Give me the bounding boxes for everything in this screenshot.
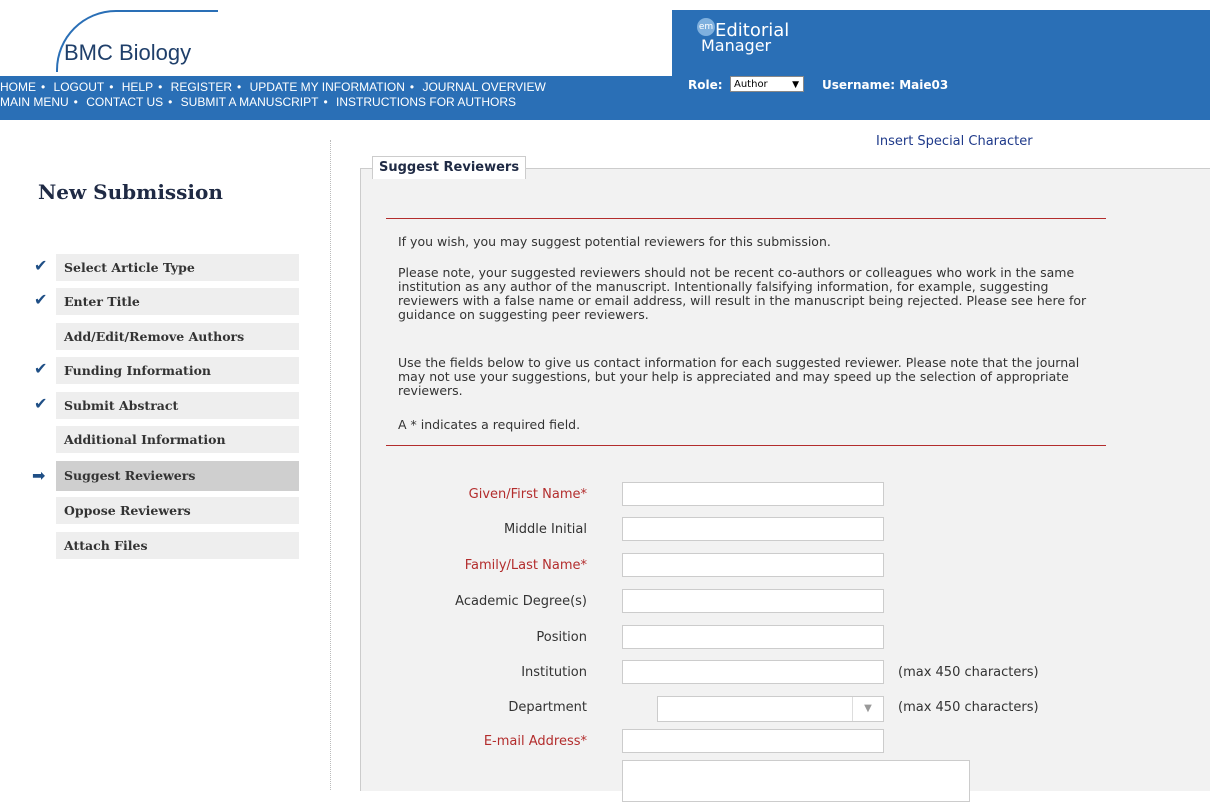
role-label: Role: [688,78,723,92]
em-manager-text: Manager [701,36,772,55]
department-hint: (max 450 characters) [898,700,1039,715]
nav-update-info-link[interactable]: UPDATE MY INFORMATION [250,80,405,94]
nav-instructions-link[interactable]: INSTRUCTIONS FOR AUTHORS [336,95,516,109]
email-label: E-mail Address* [483,734,587,749]
academic-degree-label: Academic Degree(s) [455,594,587,609]
step-additional-information[interactable]: Additional Information [56,426,299,453]
step-funding-information[interactable]: Funding Information [56,357,299,384]
nav-main-menu-link[interactable]: MAIN MENU [0,95,69,109]
email-input[interactable] [622,729,884,753]
additional-textarea[interactable] [622,760,970,802]
check-icon: ✔ [34,359,48,378]
nav-home-link[interactable]: HOME [0,80,36,94]
check-icon: ✔ [34,394,48,413]
reviewer-policy-text: Please note, your suggested reviewers sh… [398,265,1087,322]
department-select[interactable]: ▼ [657,696,884,722]
nav-row-1: HOME • LOGOUT • HELP • REGISTER • UPDATE MY … [0,80,546,94]
nav-contact-us-link[interactable]: CONTACT US [86,95,163,109]
em-badge-icon: em [697,18,715,36]
step-attach-files[interactable]: Attach Files [56,532,299,559]
check-icon: ✔ [34,290,48,309]
check-icon: ✔ [34,256,48,275]
step-oppose-reviewers[interactable]: Oppose Reviewers [56,497,299,524]
institution-input[interactable] [622,660,884,684]
middle-initial-input[interactable] [622,517,884,541]
arrow-right-icon: ➡ [32,466,46,485]
required-field-note: A * indicates a required field. [398,417,581,432]
dropdown-arrow-icon: ▼ [852,697,883,721]
step-add-edit-remove-authors[interactable]: Add/Edit/Remove Authors [56,323,299,350]
step-submit-abstract[interactable]: Submit Abstract [56,392,299,419]
nav-register-link[interactable]: REGISTER [171,80,232,94]
column-divider [330,140,331,790]
given-name-input[interactable] [622,482,884,506]
middle-initial-label: Middle Initial [503,522,587,537]
divider-red [386,445,1106,446]
academic-degree-input[interactable] [622,589,884,613]
insert-special-character-link[interactable]: Insert Special Character [876,134,1033,149]
nav-logout-link[interactable]: LOGOUT [54,80,105,94]
role-select-value: Author [734,79,768,90]
nav-row-2: MAIN MENU • CONTACT US • SUBMIT A MANUSCRI… [0,95,517,109]
institution-hint: (max 450 characters) [898,665,1039,680]
department-label: Department [508,700,587,715]
step-enter-title[interactable]: Enter Title [56,288,299,315]
role-select[interactable]: Author ▼ [730,76,804,92]
institution-label: Institution [521,665,587,680]
username-label: Username: Maie03 [822,78,949,92]
nav-help-link[interactable]: HELP [122,80,153,94]
family-name-input[interactable] [622,553,884,577]
position-label: Position [536,630,587,645]
position-input[interactable] [622,625,884,649]
given-name-label: Given/First Name* [468,487,587,502]
step-suggest-reviewers[interactable]: Suggest Reviewers [56,461,299,491]
header: BMC Biology HOME • LOGOUT • HELP • REGISTER… [0,0,1210,120]
dropdown-arrow-icon: ▼ [792,80,799,90]
panel-title: Suggest Reviewers [372,156,527,179]
family-name-label: Family/Last Name* [464,558,587,573]
nav-journal-overview-link[interactable]: JOURNAL OVERVIEW [422,80,545,94]
intro-text: If you wish, you may suggest potential r… [398,234,831,249]
nav-submit-manuscript-link[interactable]: SUBMIT A MANUSCRIPT [181,95,319,109]
step-select-article-type[interactable]: Select Article Type [56,254,299,281]
journal-logo: BMC Biology [64,40,192,65]
page-title: New Submission [38,180,223,204]
divider-red [386,218,1106,219]
contact-info-text: Use the fields below to give us contact … [398,355,1080,398]
